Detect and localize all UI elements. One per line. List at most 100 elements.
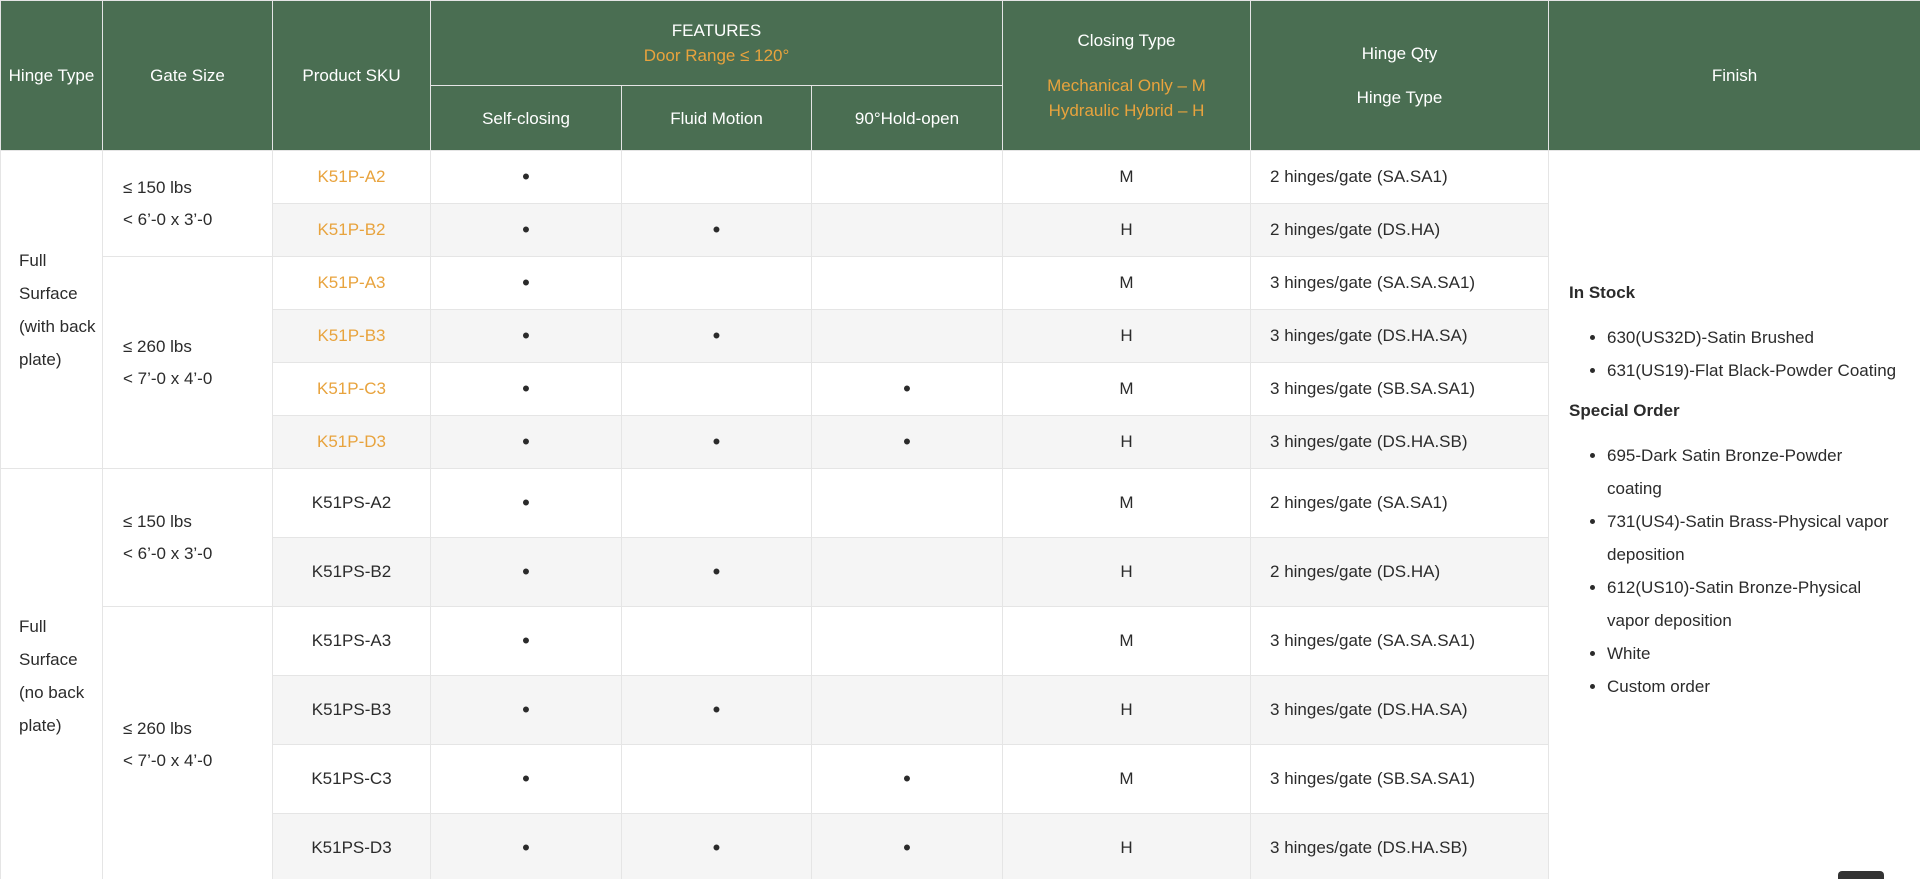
- sku-text[interactable]: K51P-A3: [317, 273, 385, 292]
- self-closing-cell: •: [430, 468, 622, 538]
- fluid-motion-cell: [621, 150, 812, 204]
- closing-type-cell: M: [1002, 468, 1252, 538]
- feature-bullet: •: [522, 376, 530, 401]
- hinge-qty-cell: 3 hinges/gate (SB.SA.SA1): [1250, 744, 1550, 814]
- self-closing-cell: •: [430, 606, 622, 676]
- hold-open-cell: •: [810, 813, 1004, 879]
- sku-cell[interactable]: K51P-B2: [272, 203, 431, 257]
- fluid-motion-cell: [621, 744, 812, 814]
- sku-cell[interactable]: K51P-B3: [272, 309, 431, 363]
- list-item: 731(US4)-Satin Brass-Physical vapor depo…: [1607, 505, 1900, 571]
- gate-size-cell: ≤ 260 lbs < 7’-0 x 4’-0: [102, 256, 273, 469]
- hold-open-cell: [810, 256, 1004, 310]
- feature-bullet: •: [903, 376, 911, 401]
- finish-special-order-title: Special Order: [1569, 401, 1680, 420]
- gate-size-cell: ≤ 260 lbs < 7’-0 x 4’-0: [102, 606, 273, 879]
- closing-type-cell: M: [1002, 744, 1252, 814]
- hold-open-cell: [810, 468, 1004, 538]
- sku-text: K51PS-A3: [311, 631, 392, 650]
- sku-cell: K51PS-B2: [272, 537, 431, 607]
- closing-type-cell: H: [1002, 675, 1252, 745]
- sku-text[interactable]: K51P-A2: [317, 167, 385, 186]
- sku-text[interactable]: K51P-B3: [317, 326, 385, 345]
- hold-open-cell: [810, 606, 1004, 676]
- hinge-qty-cell: 3 hinges/gate (SA.SA.SA1): [1250, 256, 1550, 310]
- header-hinge-qty: Hinge Qty Hinge Type: [1250, 0, 1550, 151]
- hinge-qty-cell: 2 hinges/gate (SA.SA1): [1250, 468, 1550, 538]
- feature-bullet: •: [522, 270, 530, 295]
- hold-open-cell: [810, 203, 1004, 257]
- header-closing-type: Closing Type Mechanical Only – M Hydraul…: [1002, 0, 1252, 151]
- finish-special-order-list: 695-Dark Satin Bronze-Powder coating731(…: [1569, 439, 1900, 703]
- header-gate-size: Gate Size: [102, 0, 273, 151]
- list-item: Custom order: [1607, 670, 1900, 703]
- closing-type-cell: M: [1002, 362, 1252, 416]
- header-hinge-type-2: Hinge Type: [1356, 88, 1443, 107]
- sku-text[interactable]: K51P-B2: [317, 220, 385, 239]
- feature-bullet: •: [522, 490, 530, 515]
- feature-bullet: •: [522, 217, 530, 242]
- feature-bullet: •: [712, 217, 721, 242]
- sku-text: K51PS-B3: [311, 700, 392, 719]
- finish-in-stock-list: 630(US32D)-Satin Brushed631(US19)-Flat B…: [1569, 321, 1900, 387]
- feature-bullet: •: [903, 835, 911, 860]
- feature-bullet: •: [522, 323, 530, 348]
- feature-bullet: •: [712, 429, 721, 454]
- sku-text[interactable]: K51P-D3: [317, 432, 386, 451]
- finish-in-stock-title: In Stock: [1569, 283, 1636, 302]
- header-door-range: Door Range ≤ 120°: [643, 46, 790, 65]
- hold-open-cell: [810, 675, 1004, 745]
- self-closing-cell: •: [430, 813, 622, 879]
- sku-text: K51PS-C3: [311, 769, 392, 788]
- feature-bullet: •: [712, 835, 721, 860]
- hinge-type-cell: Full Surface (with back plate): [0, 150, 103, 469]
- table-body: Full Surface (with back plate) ≤ 150 lbs <…: [0, 150, 1920, 879]
- gate-size-weight: ≤ 260 lbs: [123, 718, 192, 738]
- scroll-to-top-tab[interactable]: [1838, 871, 1884, 879]
- feature-bullet: •: [712, 559, 721, 584]
- hinge-qty-cell: 3 hinges/gate (DS.HA.SA): [1250, 675, 1550, 745]
- feature-bullet: •: [522, 559, 530, 584]
- hinge-qty-cell: 2 hinges/gate (DS.HA): [1250, 537, 1550, 607]
- header-finish: Finish: [1548, 0, 1920, 151]
- feature-bullet: •: [712, 697, 721, 722]
- list-item: 612(US10)-Satin Bronze-Physical vapor de…: [1607, 571, 1900, 637]
- header-fluid-motion: Fluid Motion: [621, 85, 812, 151]
- self-closing-cell: •: [430, 203, 622, 257]
- feature-bullet: •: [522, 628, 530, 653]
- fluid-motion-cell: [621, 606, 812, 676]
- feature-bullet: •: [522, 164, 530, 189]
- sku-cell[interactable]: K51P-C3: [272, 362, 431, 416]
- self-closing-cell: •: [430, 537, 622, 607]
- closing-type-cell: M: [1002, 150, 1252, 204]
- sku-text[interactable]: K51P-C3: [317, 379, 386, 398]
- self-closing-cell: •: [430, 415, 622, 469]
- sku-cell[interactable]: K51P-D3: [272, 415, 431, 469]
- self-closing-cell: •: [430, 744, 622, 814]
- feature-bullet: •: [522, 697, 530, 722]
- gate-size-weight: ≤ 260 lbs: [123, 336, 192, 356]
- sku-cell[interactable]: K51P-A3: [272, 256, 431, 310]
- header-features: FEATURES Door Range ≤ 120°: [429, 0, 1004, 86]
- self-closing-cell: •: [430, 150, 622, 204]
- header-closing-m: Mechanical Only – M: [1047, 76, 1206, 95]
- fluid-motion-cell: •: [621, 415, 812, 469]
- gate-size-dims: < 7’-0 x 4’-0: [123, 750, 213, 770]
- fluid-motion-cell: •: [621, 309, 812, 363]
- sku-cell[interactable]: K51P-A2: [272, 150, 431, 204]
- gate-size-weight: ≤ 150 lbs: [123, 511, 192, 531]
- list-item: 630(US32D)-Satin Brushed: [1607, 321, 1900, 354]
- closing-type-cell: H: [1002, 415, 1252, 469]
- feature-bullet: •: [522, 835, 530, 860]
- closing-type-cell: H: [1002, 537, 1252, 607]
- table-header: Hinge Type Gate Size Product SKU FEATURE…: [0, 0, 1920, 151]
- product-spec-table: Hinge Type Gate Size Product SKU FEATURE…: [0, 0, 1920, 879]
- header-closing-type-label: Closing Type: [1077, 31, 1176, 50]
- closing-type-cell: H: [1002, 203, 1252, 257]
- hinge-qty-cell: 2 hinges/gate (DS.HA): [1250, 203, 1550, 257]
- gate-size-dims: < 7’-0 x 4’-0: [123, 368, 213, 388]
- list-item: 631(US19)-Flat Black-Powder Coating: [1607, 354, 1900, 387]
- hold-open-cell: •: [810, 744, 1004, 814]
- closing-type-cell: M: [1002, 606, 1252, 676]
- sku-text: K51PS-A2: [311, 493, 392, 512]
